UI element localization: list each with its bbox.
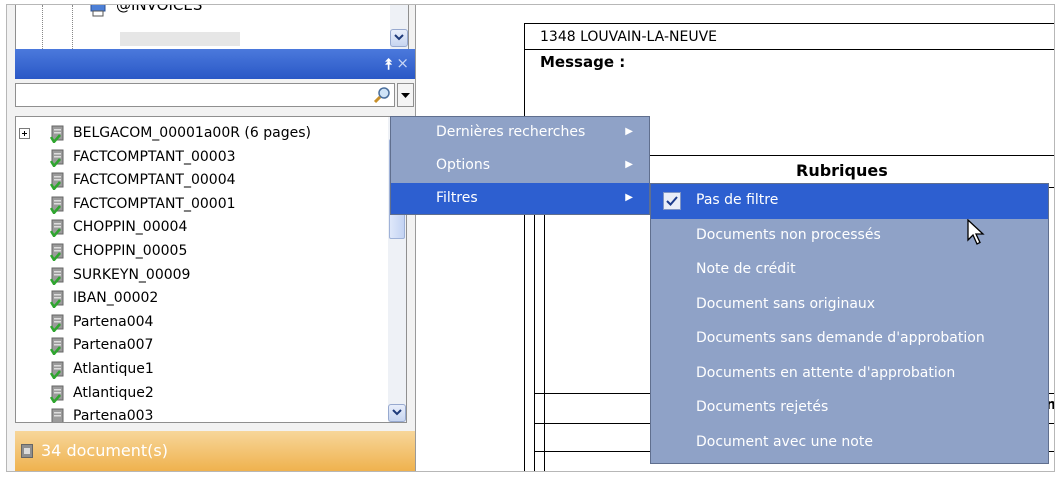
document-icon: [50, 149, 64, 167]
filter-documents-rejetes[interactable]: Documents rejetés: [651, 391, 1048, 426]
document-name: CHOPPIN_00004: [73, 219, 188, 236]
document-icon: [51, 408, 64, 422]
rubriques-header: Rubriques: [796, 161, 888, 180]
document-icon: [50, 125, 64, 143]
address-text: 1348 LOUVAIN-LA-NEUVE: [540, 29, 717, 45]
filter-note-de-credit[interactable]: Note de crédit: [651, 253, 1048, 288]
document-icon: [50, 385, 64, 403]
chevron-down-icon: [401, 93, 410, 98]
document-count-icon: [21, 444, 33, 458]
submenu-arrow-icon: ▶: [625, 192, 633, 203]
search-icon[interactable]: [373, 86, 391, 104]
left-panel: @INVOICES ⯭ × BELGACOM_00001a00R (6 page…: [7, 5, 416, 471]
chevron-down-icon: [392, 409, 402, 416]
document-icon: [50, 337, 64, 356]
search-input[interactable]: [15, 83, 395, 107]
tree-node-label[interactable]: @INVOICES: [116, 5, 202, 14]
document-name: IBAN_00002: [73, 290, 159, 307]
document-name: Partena004: [73, 313, 154, 330]
menu-item-dernieres-recherches[interactable]: Dernières recherches ▶: [391, 117, 649, 148]
document-name: Atlantique2: [73, 384, 154, 401]
mouse-cursor-icon: [967, 219, 985, 245]
document-list: BELGACOM_00001a00R (6 pages) FACTCOMPTAN…: [15, 116, 407, 423]
filter-pas-de-filtre[interactable]: Pas de filtre: [651, 184, 1048, 219]
collapse-icon[interactable]: ⯭: [384, 55, 393, 73]
chevron-down-icon: [394, 34, 404, 41]
document-icon: [50, 314, 64, 332]
folder-tree: @INVOICES: [15, 5, 409, 50]
submenu-arrow-icon: ▶: [625, 126, 633, 137]
document-icon: [50, 243, 64, 261]
document-name: CHOPPIN_00005: [73, 242, 188, 259]
document-icon: [50, 196, 64, 214]
expand-plus-icon[interactable]: [19, 128, 30, 139]
document-name: FACTCOMPTANT_00001: [73, 195, 236, 212]
document-icon: [50, 361, 64, 379]
status-bar: 34 document(s): [15, 431, 415, 471]
scroll-down-button[interactable]: [390, 29, 408, 47]
document-icon: [50, 267, 64, 285]
filter-document-sans-originaux[interactable]: Document sans originaux: [651, 288, 1048, 323]
tree-scrollbar[interactable]: [390, 5, 408, 49]
folder-icon: [90, 5, 106, 17]
message-label: Message :: [540, 53, 626, 71]
filter-submenu: Pas de filtre Documents non processés No…: [650, 183, 1049, 464]
submenu-arrow-icon: ▶: [625, 159, 633, 170]
document-name: Atlantique1: [73, 360, 154, 377]
search-options-dropdown[interactable]: [397, 83, 414, 107]
document-name: Partena003: [73, 408, 154, 423]
filter-documents-non-processes[interactable]: Documents non processés: [651, 219, 1048, 254]
document-icon: [50, 290, 64, 309]
document-icon: [50, 172, 64, 191]
scroll-down-button[interactable]: [388, 404, 406, 422]
document-name: Partena007: [73, 337, 154, 354]
search-box: [15, 83, 415, 109]
context-menu: Dernières recherches ▶ Options ▶ Filtres…: [390, 116, 650, 215]
filter-document-avec-note[interactable]: Document avec une note: [651, 426, 1048, 461]
document-count: 34 document(s): [41, 441, 168, 460]
menu-item-filtres[interactable]: Filtres ▶: [391, 183, 649, 214]
document-name: FACTCOMPTANT_00003: [73, 148, 236, 165]
document-icon: [50, 219, 64, 238]
panel-title-bar: ⯭ ×: [15, 49, 415, 79]
checkmark-icon: [663, 192, 681, 210]
document-name: FACTCOMPTANT_00004: [73, 172, 236, 189]
filter-sans-demande-approbation[interactable]: Documents sans demande d'approbation: [651, 322, 1048, 357]
document-name: SURKEYN_00009: [73, 266, 191, 283]
menu-item-options[interactable]: Options ▶: [391, 150, 649, 181]
filter-en-attente-approbation[interactable]: Documents en attente d'approbation: [651, 357, 1048, 392]
document-name: BELGACOM_00001a00R (6 pages): [73, 125, 311, 141]
close-icon[interactable]: ×: [396, 54, 409, 72]
